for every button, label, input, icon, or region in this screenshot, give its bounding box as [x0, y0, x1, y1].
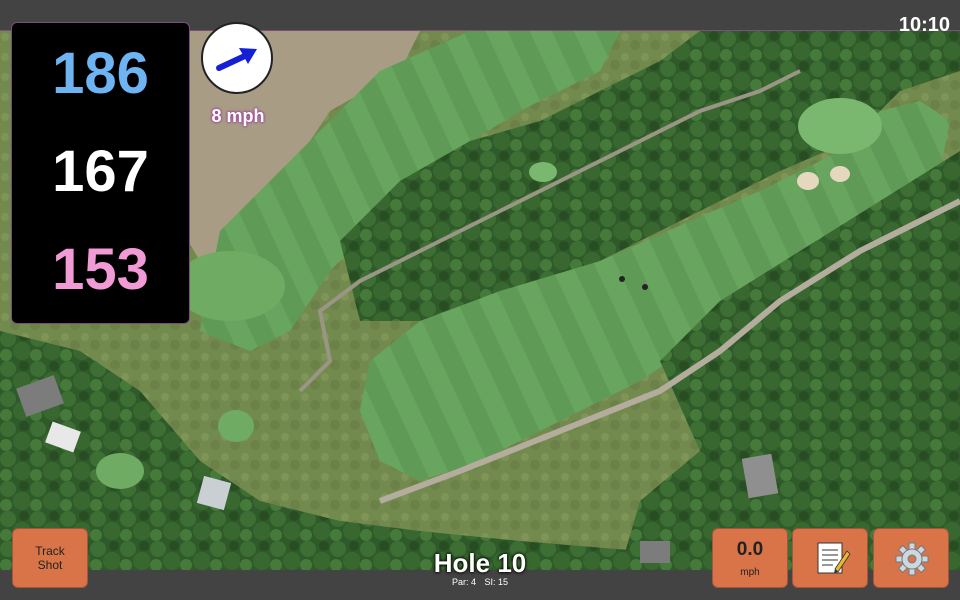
settings-button[interactable]: [873, 528, 949, 588]
distance-back: 186: [52, 41, 149, 106]
gear-icon: [895, 542, 929, 576]
distance-middle: 167: [52, 139, 149, 204]
hole-par: Par: 4: [451, 577, 476, 587]
scorecard-notepad-icon: [817, 542, 851, 574]
distance-panel: 186 167 153: [11, 22, 190, 324]
distance-front: 153: [52, 237, 149, 302]
speed-button[interactable]: 0.0 mph: [712, 528, 788, 588]
hole-title: Hole 10: [433, 548, 527, 578]
scorecard-button[interactable]: [792, 528, 868, 588]
wind-speed: 8 mph: [211, 106, 265, 126]
arrow-right-icon: [216, 48, 257, 71]
wind-indicator: [201, 22, 273, 94]
hole-info: Par: 4 SI: 15: [380, 577, 580, 587]
track-shot-button[interactable]: Track Shot: [12, 528, 88, 588]
hole-stroke-index: SI: 15: [484, 577, 509, 587]
speed-unit: mph: [740, 567, 760, 578]
speed-value: 0.0: [736, 539, 764, 560]
clock: 10:10: [898, 14, 950, 36]
track-shot-label-line1: Track: [35, 544, 65, 558]
track-shot-label-line2: Shot: [37, 558, 63, 572]
